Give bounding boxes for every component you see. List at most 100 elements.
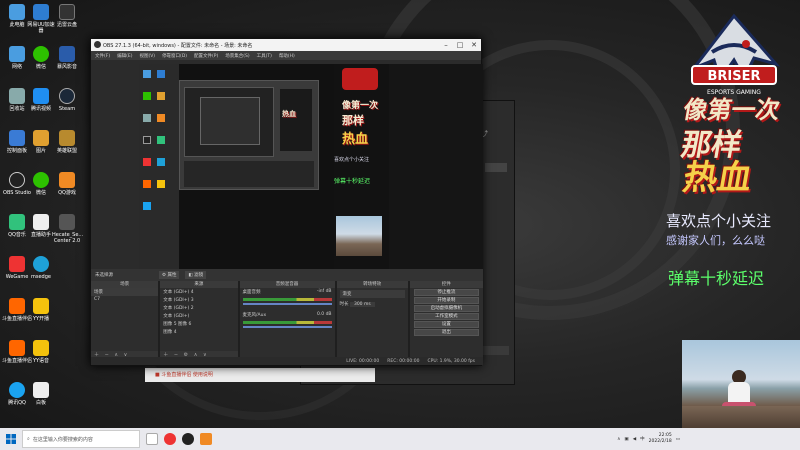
scene-item[interactable]: 场景 (91, 288, 159, 296)
wechat-icon (33, 172, 49, 188)
taskbar-app-icon[interactable] (200, 433, 212, 445)
computer-icon (9, 4, 25, 20)
uu-accelerator-icon (33, 4, 49, 20)
desktop-icon[interactable]: 暴风影音 (52, 46, 82, 70)
desktop-icon-label: msedge (31, 274, 51, 280)
close-icon[interactable]: ✕ (467, 39, 481, 51)
logo-text: BRISER (707, 69, 760, 84)
menu-file[interactable]: 文件(F) (95, 53, 110, 59)
desktop-icon[interactable]: msedge (26, 256, 56, 280)
menu-scene-collection[interactable]: 场景集合(S) (225, 53, 249, 59)
sources-dock: 来源 文本 (GDI+) 4 文本 (GDI+) 3 文本 (GDI+) 2 文… (160, 281, 238, 359)
channel-name: 麦克风/Aux (242, 313, 267, 318)
notification-icon[interactable]: ▭ (676, 437, 680, 442)
desktop-icon[interactable]: 英雄联盟 (52, 130, 82, 154)
source-toolbar: 未选择源 ⚙ 属性 ◧ 滤镜 (91, 269, 483, 281)
maximize-icon[interactable]: □ (453, 39, 467, 51)
exit-button[interactable]: 退出 (413, 329, 479, 336)
menu-docks[interactable]: 停靠窗口(D) (162, 53, 187, 59)
menu-help[interactable]: 帮助(H) (279, 53, 295, 59)
network-icon (9, 46, 25, 62)
obs-preview[interactable]: 热血 像第一次 那样 热血 喜欢点个小关注 弹幕十秒延迟 (139, 64, 389, 269)
source-item[interactable]: 文本 (GDI+) (160, 312, 237, 320)
desktop-icon-label: QQ音乐 (8, 232, 26, 238)
desktop-icon-label: 图片 (35, 148, 46, 154)
taskbar: ⌕ 在这里输入你要搜索的内容 ∧ ▣ ◀ 中 22:05 2022/2/18 ▭ (0, 428, 800, 450)
channel-db: -inf dB (316, 289, 332, 294)
desktop-icon-label: 此电脑 (9, 22, 25, 28)
duration-input[interactable]: 300 ms (349, 302, 375, 307)
preview-title-line3: 热血 (342, 132, 369, 147)
filters-button[interactable]: ◧ 滤镜 (185, 271, 207, 279)
clock-date: 2022/2/18 (648, 439, 672, 444)
hecate-center-icon (59, 214, 75, 230)
volume-meter (242, 298, 332, 301)
cloud-drive-icon (59, 4, 75, 20)
task-view-icon[interactable] (146, 433, 158, 445)
start-button[interactable] (0, 428, 22, 450)
desktop-icon-label: Hecate_Se... Center 2.0 (52, 232, 84, 244)
shark-logo: BRISER ESPORTS GAMING (689, 13, 781, 96)
sources-title: 来源 (160, 281, 238, 288)
properties-button[interactable]: ⚙ 属性 (159, 271, 180, 279)
source-item[interactable]: 图像 4 (160, 328, 237, 336)
source-item[interactable]: 文本 (GDI+) 4 (160, 288, 237, 296)
source-item[interactable]: 文本 (GDI+) 2 (160, 304, 237, 312)
panel-button[interactable] (479, 346, 509, 355)
desktop-icons: 此电脑 网易UU加速器 迅雷云盘 网络 微信 暴风影音 回收站 腾讯视频 Ste… (0, 0, 90, 420)
channel-name: 桌面音频 (242, 290, 261, 295)
volume-slider[interactable] (242, 326, 332, 328)
volume-slider[interactable] (242, 303, 332, 305)
desktop-icon[interactable]: YY开播 (26, 298, 56, 322)
taskbar-app-icon[interactable] (164, 433, 176, 445)
minimize-icon[interactable]: – (439, 39, 453, 51)
menu-view[interactable]: 视图(V) (139, 53, 155, 59)
desktop-icon-label: Steam (58, 106, 76, 112)
network-tray-icon[interactable]: ▣ (624, 437, 628, 442)
desktop-icon-label: 白板 (35, 400, 46, 406)
settings-button[interactable]: 设置 (413, 321, 479, 328)
desktop-icon-label: 微信 (35, 190, 46, 196)
welcome-text: 喜欢点个小关注 (666, 212, 772, 230)
taskbar-search[interactable]: ⌕ 在这里输入你要搜索的内容 (22, 430, 140, 448)
source-item[interactable]: 文本 (GDI+) 3 (160, 296, 237, 304)
status-bar: LIVE: 00:00:00 REC: 00:00:00 CPU: 1.9%, … (91, 357, 483, 365)
menu-tools[interactable]: 工具(T) (257, 53, 272, 59)
stream-overlay: BRISER ESPORTS GAMING 像第一次 那样 热血 喜欢点个小关注… (662, 0, 800, 428)
desktop-icon-label: YY开播 (32, 316, 50, 322)
start-recording-button[interactable]: 开始录制 (413, 297, 479, 304)
delay-notice: 弹幕十秒延迟 (668, 269, 765, 288)
language-indicator[interactable]: 中 (640, 436, 645, 442)
transition-select[interactable]: 渐变 (339, 290, 405, 298)
stop-streaming-button[interactable]: 停止推流 (413, 289, 479, 296)
wechat-icon (33, 46, 49, 62)
desktop-icon[interactable]: 迅雷云盘 (52, 4, 82, 28)
menu-profile[interactable]: 配置文件(P) (194, 53, 218, 59)
filters-label: 滤镜 (194, 273, 204, 278)
scene-item[interactable]: C7 (91, 296, 158, 303)
virtual-camera-button[interactable]: 启动虚拟摄像机 (413, 305, 479, 312)
desktop-icon-label: 腾讯视频 (30, 106, 51, 112)
controls-title: 控件 (409, 281, 483, 288)
desktop-icon[interactable]: Steam (52, 88, 82, 112)
obs-titlebar[interactable]: OBS 27.1.3 (64-bit, windows) - 配置文件: 未命名… (91, 39, 481, 51)
tray-chevron-icon[interactable]: ∧ (617, 437, 620, 442)
obs-taskbar-icon[interactable] (182, 433, 194, 445)
desktop-icon[interactable]: YY语音 (26, 340, 56, 364)
obs-window[interactable]: OBS 27.1.3 (64-bit, windows) - 配置文件: 未命名… (90, 38, 483, 366)
desktop-icon[interactable]: Hecate_Se... Center 2.0 (52, 214, 84, 244)
window-controls: – □ ✕ (439, 39, 481, 51)
edge-browser-icon (33, 256, 49, 272)
source-item[interactable]: 图像 5 图像 6 (160, 320, 237, 328)
system-tray: ∧ ▣ ◀ 中 22:05 2022/2/18 ▭ (617, 428, 680, 450)
clock[interactable]: 22:05 2022/2/18 (649, 433, 672, 445)
notice-bar[interactable]: ■ 斗鱼直播伴侣 使用说明 (145, 368, 375, 382)
desktop-icon[interactable]: 白板 (26, 382, 56, 406)
menu-edit[interactable]: 编辑(E) (117, 53, 132, 59)
studio-mode-button[interactable]: 工作室模式 (413, 313, 479, 320)
desktop-icon[interactable]: QQ游戏 (52, 172, 82, 196)
picture-icon (33, 130, 49, 146)
desktop-icon-label: 暴风影音 (56, 64, 77, 70)
exit-button[interactable] (485, 163, 507, 172)
volume-icon[interactable]: ◀ (633, 437, 636, 442)
